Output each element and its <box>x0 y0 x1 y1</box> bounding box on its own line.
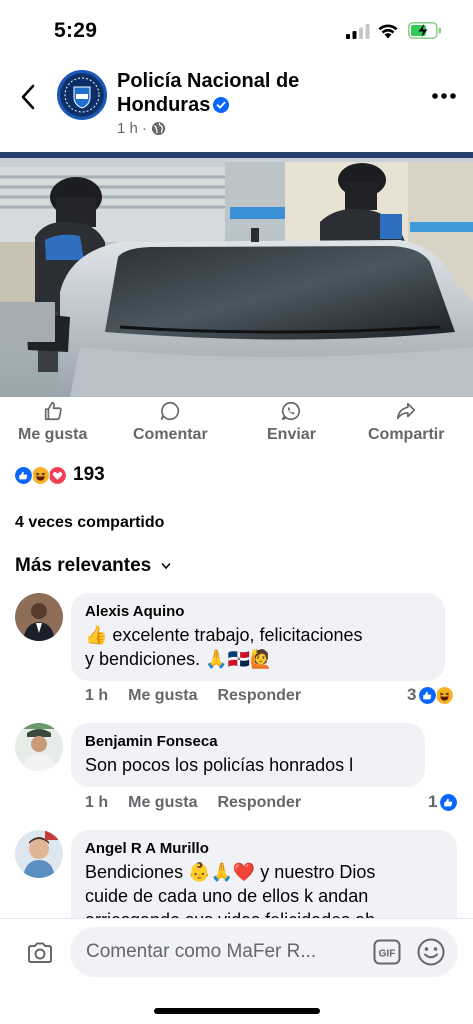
reaction-count: 193 <box>73 464 105 485</box>
back-button[interactable] <box>14 80 42 114</box>
meta-dot: · <box>141 120 147 137</box>
post-meta: 1 h · <box>117 120 166 137</box>
home-indicator <box>154 1008 320 1014</box>
comment-text-line: Son pocos los policías honrados l <box>85 755 354 775</box>
like-button[interactable]: Me gusta <box>18 400 87 444</box>
comment-reaction-count: 1 <box>428 792 438 811</box>
avatar[interactable] <box>15 723 63 771</box>
comment-text: 👍 excelente trabajo, felicitaciones y be… <box>85 623 431 671</box>
comment-author[interactable]: Benjamin Fonseca <box>85 732 411 751</box>
send-label: Enviar <box>267 426 316 443</box>
svg-text:GIF: GIF <box>379 949 396 960</box>
like-reaction-icon <box>418 685 438 705</box>
comment-author[interactable]: Angel R A Murillo <box>85 839 443 858</box>
thumbs-up-icon <box>44 401 62 421</box>
haha-reaction-icon <box>31 465 50 485</box>
comment-bubble-icon <box>161 401 180 421</box>
police-logo-icon <box>61 74 103 116</box>
comment-meta: 1 h Me gusta Responder <box>85 687 301 705</box>
post-photo[interactable] <box>0 152 473 397</box>
comment-reactions[interactable]: 3 <box>407 685 455 705</box>
sort-label: Más relevantes <box>15 555 152 576</box>
comment-input[interactable]: Comentar como MaFer R... GIF <box>70 927 458 977</box>
page-name-text: Policía Nacional de Honduras <box>117 70 300 116</box>
comment-bubble: Benjamin Fonseca Son pocos los policías … <box>71 723 425 787</box>
post-header: Policía Nacional de Honduras 1 h · <box>0 62 473 150</box>
wifi-icon <box>378 24 398 39</box>
more-options-icon[interactable] <box>430 84 458 108</box>
comment-time: 1 h <box>85 794 109 811</box>
cellular-signal-icon <box>346 24 370 39</box>
commenter-photo-angel <box>15 830 63 878</box>
comment-meta: 1 h Me gusta Responder <box>85 794 301 812</box>
camera-icon[interactable] <box>26 939 54 967</box>
send-button[interactable]: Enviar <box>267 400 316 444</box>
like-label: Me gusta <box>18 426 88 443</box>
page-avatar[interactable] <box>57 70 107 120</box>
battery-charging-icon <box>408 22 441 39</box>
verified-badge-icon <box>213 97 230 113</box>
comment-composer: Comentar como MaFer R... GIF <box>0 918 473 1024</box>
whatsapp-icon <box>282 401 301 421</box>
globe-icon <box>151 121 165 136</box>
gif-icon[interactable]: GIF <box>373 939 401 965</box>
comment-author[interactable]: Alexis Aquino <box>85 602 431 621</box>
avatar[interactable] <box>15 593 63 641</box>
emoji-icon[interactable] <box>416 937 446 967</box>
comment-like-button[interactable]: Me gusta <box>128 687 197 705</box>
comment-reaction-count: 3 <box>407 685 417 704</box>
shares-count[interactable]: 4 veces compartido <box>15 514 164 532</box>
comment-input-placeholder: Comentar como MaFer R... <box>86 941 317 962</box>
comment-like-button[interactable]: Me gusta <box>128 794 197 812</box>
haha-reaction-icon <box>435 685 455 705</box>
like-reaction-icon <box>14 465 33 485</box>
share-button[interactable]: Compartir <box>368 400 444 444</box>
comment-text-line: y bendiciones. 🙏🇩🇴🙋 <box>85 649 273 669</box>
reactions-summary[interactable]: 193 <box>14 462 105 488</box>
comment-reply-button[interactable]: Responder <box>217 687 301 705</box>
comment-text-line: cuide de cada uno de ellos k andan <box>85 886 369 906</box>
share-arrow-icon <box>397 402 416 420</box>
status-time: 5:29 <box>54 19 98 42</box>
commenter-photo-benjamin <box>15 723 63 771</box>
police-officers-vehicle-image <box>0 152 473 397</box>
chevron-left-icon <box>21 84 35 110</box>
love-reaction-icon <box>48 465 67 485</box>
comment-bubble: Alexis Aquino 👍 excelente trabajo, felic… <box>71 593 445 681</box>
comment-reactions[interactable]: 1 <box>428 792 459 812</box>
comment-text-line: 👍 excelente trabajo, felicitaciones <box>85 625 363 645</box>
like-reaction-icon <box>439 792 459 812</box>
page-name[interactable]: Policía Nacional de Honduras <box>117 69 367 117</box>
avatar[interactable] <box>15 830 63 878</box>
comment-button[interactable]: Comentar <box>133 400 208 444</box>
commenter-photo-alexis <box>15 593 63 641</box>
post-time: 1 h <box>117 120 138 137</box>
comment-time: 1 h <box>85 687 109 704</box>
comment-reply-button[interactable]: Responder <box>217 794 301 812</box>
chevron-down-icon <box>161 563 171 570</box>
status-bar: 5:29 <box>0 0 473 62</box>
comment-text-line: Bendiciones 👶🙏❤️ y nuestro Dios <box>85 862 376 882</box>
post-actions: Me gusta Comentar Enviar Compartir <box>0 400 473 452</box>
comment-label: Comentar <box>133 426 208 443</box>
share-label: Compartir <box>368 426 445 443</box>
comment-sort-dropdown[interactable]: Más relevantes <box>15 555 171 577</box>
comment-text: Son pocos los policías honrados l <box>85 753 411 777</box>
